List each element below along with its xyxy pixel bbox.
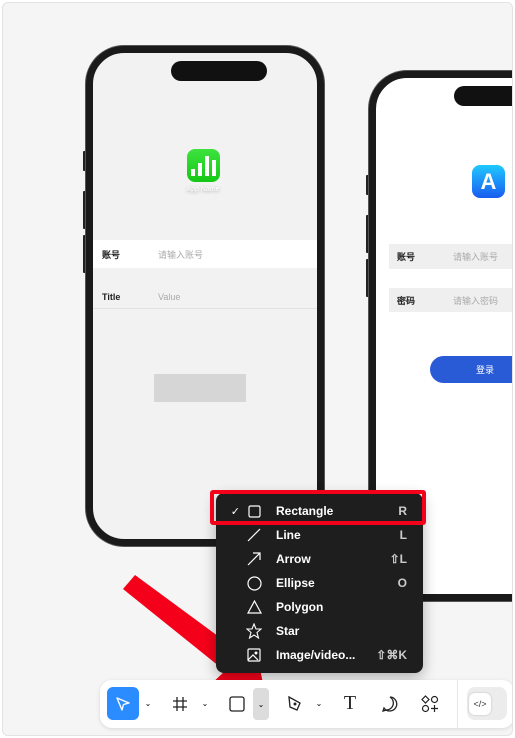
menu-item-ellipse[interactable]: Ellipse O (216, 571, 423, 595)
star-icon (246, 623, 262, 639)
dev-mode-toggle[interactable]: </> (467, 687, 507, 720)
frame-icon (173, 696, 187, 711)
pen-tool-button[interactable] (283, 687, 307, 720)
move-tool-chevron-icon[interactable]: ⌄ (142, 687, 154, 720)
pen-tool-chevron-icon[interactable]: ⌄ (313, 687, 325, 720)
components-tool-button[interactable] (418, 687, 442, 720)
toolbar-divider (457, 680, 458, 728)
polygon-icon (246, 599, 262, 615)
comment-tool-button[interactable] (378, 687, 402, 720)
pen-icon (288, 695, 301, 711)
menu-item-arrow[interactable]: Arrow ⇧L (216, 547, 423, 571)
line-icon (246, 527, 262, 543)
rectangle-tool-chevron-icon[interactable]: ⌄ (253, 688, 269, 720)
menu-item-polygon[interactable]: Polygon (216, 595, 423, 619)
code-icon: </> (469, 692, 491, 715)
move-tool-button[interactable] (107, 687, 139, 720)
bottom-toolbar: ⌄ ⌄ ⌄ ⌄ T </> (100, 680, 512, 728)
rectangle-icon (229, 695, 245, 712)
text-tool-button[interactable]: T (338, 687, 362, 720)
frame-tool-button[interactable] (168, 687, 192, 720)
arrow-icon (246, 551, 262, 567)
design-canvas[interactable]: App Name 账号 请输入账号 Title Value A 账号 请输入账号… (2, 2, 513, 736)
components-icon (421, 694, 439, 712)
cursor-icon (116, 696, 130, 711)
menu-item-image-video[interactable]: Image/video... ⇧⌘K (216, 643, 423, 667)
frame-tool-chevron-icon[interactable]: ⌄ (199, 687, 211, 720)
ellipse-icon (246, 575, 262, 591)
image-icon (246, 647, 262, 663)
menu-item-line[interactable]: Line L (216, 523, 423, 547)
rectangle-tool-button[interactable] (225, 687, 249, 720)
comment-icon (381, 695, 398, 712)
highlight-box (210, 490, 426, 525)
menu-item-star[interactable]: Star (216, 619, 423, 643)
